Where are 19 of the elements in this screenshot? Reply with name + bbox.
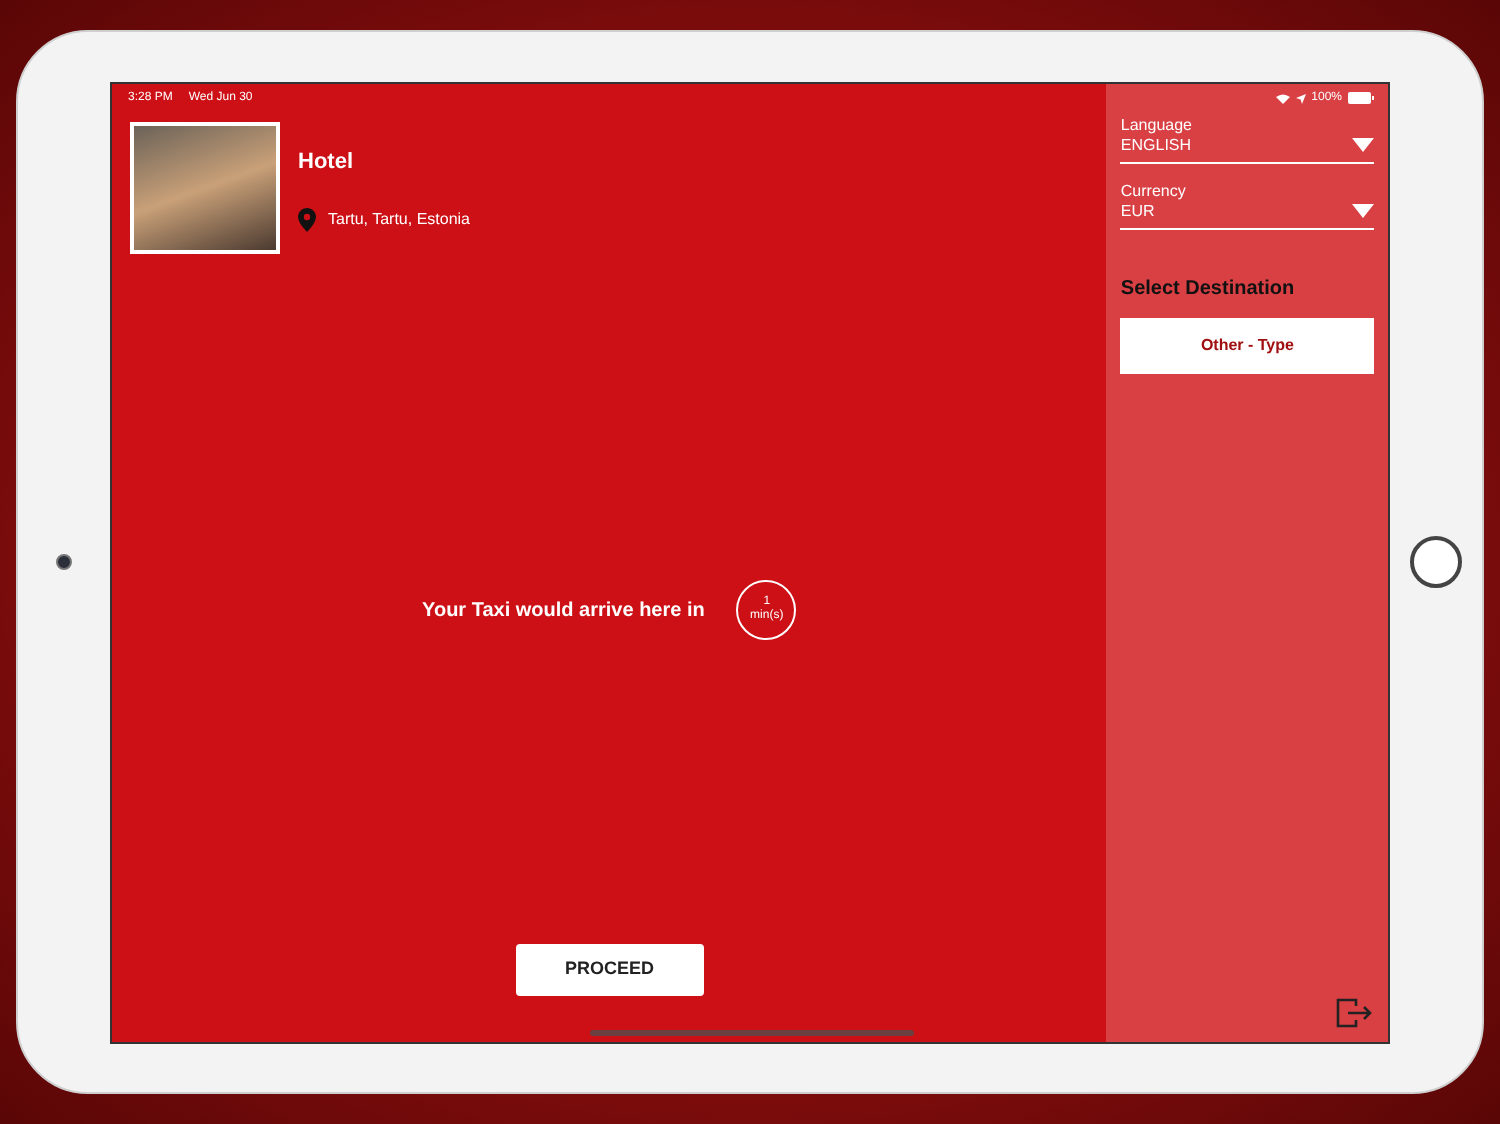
logout-icon[interactable]	[1336, 997, 1374, 1027]
dropdown-field[interactable]: ENGLISH	[1120, 135, 1374, 163]
taxi-message: Your Taxi would arrive here in	[422, 597, 705, 625]
wifi-icon	[1275, 93, 1290, 103]
battery-icon	[1348, 92, 1374, 104]
section-title: Select Destination	[1120, 275, 1297, 303]
caret-icon	[1352, 138, 1374, 152]
location-pin-icon	[298, 208, 316, 232]
dropdown-label: Language	[1120, 115, 1194, 135]
proceed-button[interactable]: PROCEED	[515, 943, 704, 995]
hotel-location: Tartu, Tartu, Estonia	[328, 208, 470, 232]
destination-button[interactable]: Other - Type	[1120, 317, 1374, 373]
camera-icon	[56, 554, 72, 570]
location-arrow-icon	[1295, 93, 1306, 103]
dropdown-label: Currency	[1120, 181, 1188, 201]
hotel-name: Hotel	[298, 147, 355, 177]
dropdown-field[interactable]: EUR	[1120, 201, 1374, 229]
home-button[interactable]	[1410, 536, 1462, 588]
caret-icon	[1352, 204, 1374, 218]
